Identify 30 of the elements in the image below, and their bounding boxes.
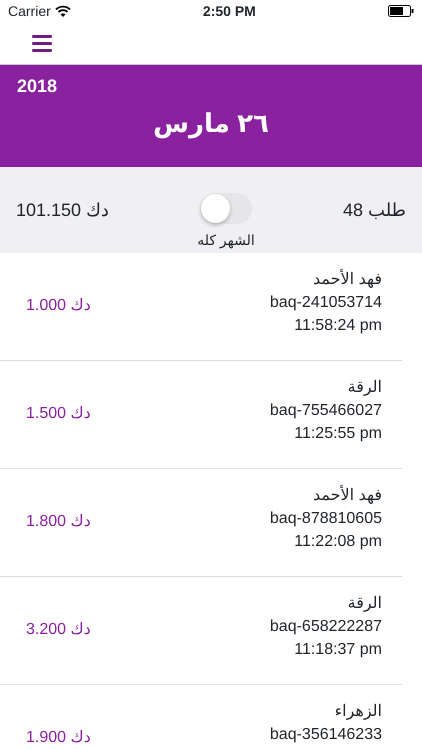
order-amount: 1.900 دك [26, 728, 91, 748]
carrier-label: Carrier [8, 2, 51, 20]
year-label: 2018 [17, 76, 58, 96]
order-id: baq-241053714 [270, 293, 382, 313]
order-id: baq-356146233 [270, 725, 382, 745]
order-time: 11:25:55 pm [294, 424, 382, 444]
customer-name: فهد الأحمد [313, 486, 382, 506]
order-amount: 1.800 دك [26, 512, 91, 532]
battery-icon [388, 5, 414, 17]
order-amount: 1.000 دك [26, 296, 91, 316]
order-amount: 1.500 دك [26, 404, 91, 424]
customer-name: الزهراء [334, 702, 382, 722]
menu-icon[interactable] [32, 34, 52, 52]
order-count: 48 طلب [343, 198, 406, 222]
toggle-label: الشهر كله [197, 231, 255, 250]
order-id: baq-878810605 [270, 509, 382, 529]
wifi-icon [54, 5, 71, 17]
total-amount: 101.150 دك [16, 198, 109, 222]
customer-name: الرقة [348, 594, 382, 614]
order-id: baq-755466027 [270, 401, 382, 421]
status-time: 2:50 PM [202, 2, 256, 20]
customer-name: الرقة [348, 378, 382, 398]
customer-name: فهد الأحمد [313, 270, 382, 290]
order-time: 11:58:24 pm [294, 316, 382, 336]
order-time: 11:18:37 pm [294, 640, 382, 660]
month-toggle[interactable] [200, 193, 252, 224]
order-time: 11:22:08 pm [294, 532, 382, 552]
date-title: ٢٦ مارس [153, 108, 269, 138]
order-amount: 3.200 دك [26, 620, 91, 640]
order-id: baq-658222287 [270, 617, 382, 637]
